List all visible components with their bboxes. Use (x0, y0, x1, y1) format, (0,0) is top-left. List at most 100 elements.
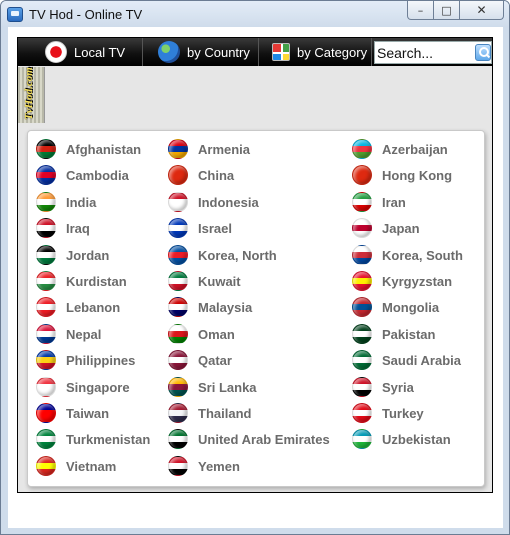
country-item[interactable]: Philippines (36, 349, 135, 371)
country-flag-icon (168, 429, 188, 449)
country-flag-icon (36, 139, 56, 159)
tvhod-logo[interactable]: TvHod.com (18, 67, 45, 123)
country-item[interactable]: Kuwait (168, 270, 241, 292)
country-name: Armenia (198, 141, 251, 157)
country-item[interactable]: Malaysia (168, 296, 252, 318)
minimize-icon: – (417, 3, 424, 17)
country-name: Korea, South (382, 247, 463, 263)
country-item[interactable]: Turkmenistan (36, 428, 150, 450)
country-flag-icon (168, 192, 188, 212)
close-button[interactable]: ✕ (460, 1, 504, 20)
country-name: Jordan (66, 247, 110, 263)
country-flag-icon (168, 456, 188, 476)
country-name: Turkmenistan (66, 431, 151, 447)
country-item[interactable]: Turkey (352, 402, 424, 424)
country-name: China (198, 167, 235, 183)
country-item[interactable]: Israel (168, 217, 232, 239)
country-flag-icon (352, 350, 372, 370)
title-bar[interactable]: TV Hod - Online TV – □ ✕ (1, 1, 509, 27)
country-flag-icon (352, 429, 372, 449)
maximize-icon: □ (441, 3, 452, 17)
country-flag-icon (168, 218, 188, 238)
country-name: Pakistan (382, 326, 436, 342)
country-flag-icon (36, 192, 56, 212)
country-name: Qatar (198, 352, 232, 368)
country-name: Uzbekistan (382, 431, 451, 447)
nav-local-tv[interactable]: Local TV (18, 38, 143, 66)
country-name: Taiwan (66, 405, 110, 421)
country-name: Japan (382, 220, 420, 236)
country-flag-icon (352, 377, 372, 397)
minimize-button[interactable]: – (407, 1, 434, 20)
country-item[interactable]: India (36, 191, 96, 213)
app-frame: Local TV by Country by Category TvHod.co… (17, 37, 493, 493)
nav-by-country[interactable]: by Country (144, 38, 259, 66)
country-item[interactable]: Japan (352, 217, 420, 239)
country-flag-icon (36, 403, 56, 423)
country-name: Mongolia (382, 299, 440, 315)
country-item[interactable]: Pakistan (352, 323, 435, 345)
country-item[interactable]: Korea, North (168, 244, 277, 266)
country-item[interactable]: Armenia (168, 138, 250, 160)
country-item[interactable]: Kyrgyzstan (352, 270, 452, 292)
country-item[interactable]: Nepal (36, 323, 101, 345)
country-item[interactable]: United Arab Emirates (168, 428, 330, 450)
country-item[interactable]: Uzbekistan (352, 428, 451, 450)
country-item[interactable]: Oman (168, 323, 235, 345)
country-item[interactable]: Iran (352, 191, 406, 213)
country-item[interactable]: Sri Lanka (168, 376, 257, 398)
search-icon[interactable] (475, 44, 491, 61)
country-item[interactable]: Thailand (168, 402, 251, 424)
country-flag-icon (36, 429, 56, 449)
country-item[interactable]: Saudi Arabia (352, 349, 461, 371)
country-item[interactable]: Yemen (168, 455, 240, 477)
country-item[interactable]: Lebanon (36, 296, 120, 318)
country-name: Turkey (382, 405, 424, 421)
country-item[interactable]: Mongolia (352, 296, 439, 318)
country-item[interactable]: Hong Kong (352, 164, 452, 186)
window-client-area: Local TV by Country by Category TvHod.co… (8, 27, 503, 528)
nav-local-label: Local TV (74, 44, 126, 60)
country-item[interactable]: Taiwan (36, 402, 109, 424)
globe-icon (158, 41, 180, 63)
country-name: United Arab Emirates (198, 431, 330, 447)
country-name: Saudi Arabia (382, 352, 461, 368)
country-flag-icon (168, 350, 188, 370)
country-item[interactable]: Kurdistan (36, 270, 127, 292)
country-item[interactable]: Cambodia (36, 164, 129, 186)
country-name: Thailand (198, 405, 252, 421)
country-name: Korea, North (198, 247, 277, 263)
country-name: Sri Lanka (198, 379, 257, 395)
country-flag-icon (352, 245, 372, 265)
country-flag-icon (352, 403, 372, 423)
country-flag-icon (36, 297, 56, 317)
country-item[interactable]: Qatar (168, 349, 232, 371)
country-flag-icon (168, 139, 188, 159)
country-list-panel: Afghanistan Armenia Azerbaijan Cambodia Chin… (27, 130, 485, 487)
search-input[interactable] (377, 43, 473, 62)
country-flag-icon (36, 350, 56, 370)
country-item[interactable]: Jordan (36, 244, 109, 266)
country-item[interactable]: Syria (352, 376, 414, 398)
tv-app-icon (7, 7, 23, 22)
maximize-button[interactable]: □ (434, 1, 460, 20)
country-flag-icon (36, 218, 56, 238)
country-flag-icon (352, 218, 372, 238)
country-item[interactable]: Vietnam (36, 455, 116, 477)
country-item[interactable]: Azerbaijan (352, 138, 448, 160)
country-item[interactable]: Afghanistan (36, 138, 141, 160)
country-item[interactable]: Iraq (36, 217, 90, 239)
country-flag-icon (168, 271, 188, 291)
country-item[interactable]: Korea, South (352, 244, 463, 266)
country-name: Indonesia (198, 194, 259, 210)
country-flag-icon (36, 456, 56, 476)
country-item[interactable]: Singapore (36, 376, 130, 398)
country-flag-icon (36, 245, 56, 265)
country-flag-icon (168, 165, 188, 185)
country-flag-icon (36, 377, 56, 397)
country-flag-icon (352, 165, 372, 185)
country-name: India (66, 194, 97, 210)
nav-by-category[interactable]: by Category (260, 38, 372, 66)
country-item[interactable]: Indonesia (168, 191, 259, 213)
country-item[interactable]: China (168, 164, 234, 186)
